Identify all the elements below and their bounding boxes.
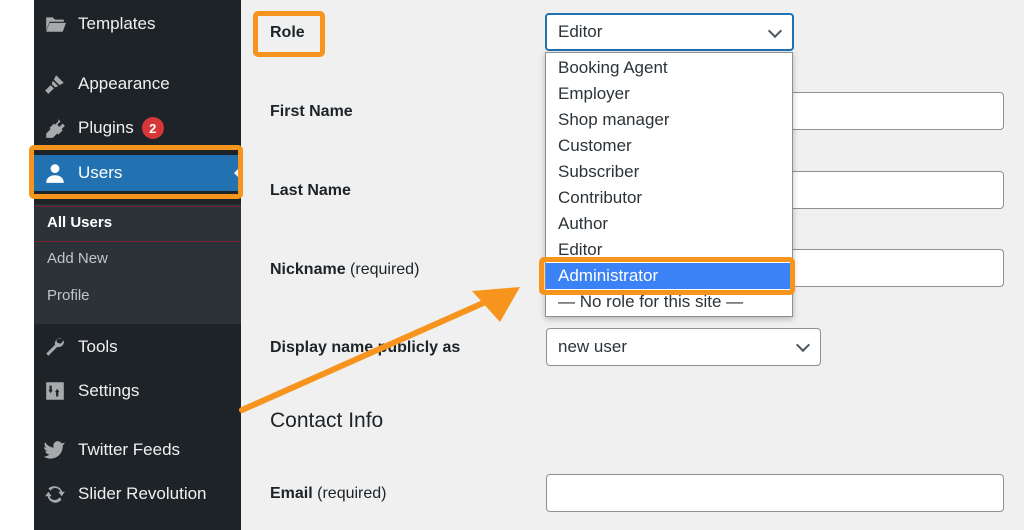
plugin-icon [42,117,68,139]
chevron-down-icon [767,23,783,39]
required-marker: (required) [350,261,420,278]
sidebar-item-settings[interactable]: Settings [34,373,241,409]
role-select[interactable]: Editor [545,13,794,51]
email-label-text: Email [270,485,313,502]
sidebar-item-label: Plugins [78,118,134,137]
sidebar-item-label: Tools [78,337,118,356]
settings-icon [42,380,68,402]
chevron-down-icon [795,337,811,353]
sidebar-item-label: Appearance [78,74,170,93]
display-name-select[interactable]: new user [546,328,821,366]
email-input[interactable] [546,474,1004,512]
contact-info-heading: Contact Info [270,409,384,432]
administrator-highlight-box [539,257,795,295]
required-marker: (required) [317,485,387,502]
refresh-icon [42,483,68,505]
submenu-item-add-new[interactable]: Add New [47,250,108,267]
role-option-customer[interactable]: Customer [546,133,792,159]
sidebar-item-tools[interactable]: Tools [34,329,241,365]
paintbrush-icon [42,73,68,95]
last-name-label: Last Name [270,182,351,199]
submenu-item-profile[interactable]: Profile [47,287,90,304]
sidebar-item-templates[interactable]: Templates [34,6,241,42]
role-option-shop-manager[interactable]: Shop manager [546,107,792,133]
email-label: Email (required) [270,485,387,503]
nickname-label: Nickname (required) [270,261,419,279]
role-option-subscriber[interactable]: Subscriber [546,159,792,185]
twitter-icon [42,439,68,461]
update-count-badge: 2 [141,117,164,139]
role-option-employer[interactable]: Employer [546,81,792,107]
wrench-icon [42,336,68,358]
first-name-label: First Name [270,103,353,120]
sidebar-item-appearance[interactable]: Appearance [34,66,241,102]
sidebar-item-twitter-feeds[interactable]: Twitter Feeds [34,432,241,468]
role-option-author[interactable]: Author [546,211,792,237]
folder-icon [42,13,68,35]
sidebar-item-label: Twitter Feeds [78,440,181,459]
role-option-contributor[interactable]: Contributor [546,185,792,211]
sidebar-item-label: Settings [78,381,140,400]
sidebar-item-plugins[interactable]: Plugins 2 [34,110,241,146]
users-submenu: All Users Add New Profile [34,204,241,324]
role-highlight-box [253,11,325,57]
role-select-value: Editor [558,22,603,41]
sidebar-item-slider-revolution[interactable]: Slider Revolution [34,476,241,512]
users-highlight-box [29,145,243,199]
display-name-label: Display name publicly as [270,339,461,356]
sidebar-item-label: Slider Revolution [78,484,207,503]
submenu-item-all-users[interactable]: All Users [47,214,112,231]
display-name-value: new user [558,337,627,356]
sidebar-item-label: Templates [78,14,156,33]
role-option-booking-agent[interactable]: Booking Agent [546,55,792,81]
nickname-label-text: Nickname [270,261,346,278]
admin-sidebar: Templates Appearance Plugins 2 Users All… [34,0,241,530]
